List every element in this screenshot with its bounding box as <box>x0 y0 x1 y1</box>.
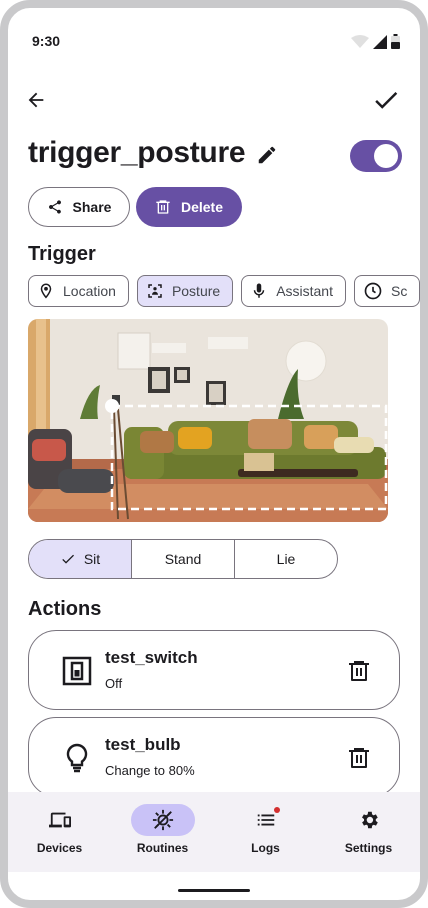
device-name: test_switch <box>105 648 198 667</box>
gear-icon <box>361 811 378 829</box>
bottom-navigation: Devices Routines Logs Settings <box>8 792 420 872</box>
notification-badge <box>273 807 280 813</box>
routine-enabled-toggle[interactable] <box>350 140 402 172</box>
actions-title: Actions <box>28 598 102 620</box>
wifi-icon <box>351 34 369 48</box>
nav-routines[interactable]: Routines <box>111 792 214 872</box>
chip-label: Assistant <box>276 283 333 299</box>
back-button[interactable] <box>16 80 56 120</box>
bulb-icon <box>66 743 88 773</box>
chip-label: Location <box>63 283 116 299</box>
posture-camera-preview <box>28 319 388 522</box>
share-button[interactable]: Share <box>28 187 130 227</box>
chip-schedule[interactable]: Sc <box>354 275 420 307</box>
nav-label: Routines <box>136 841 189 855</box>
status-bar: 9:30 <box>8 8 420 72</box>
routine-name: trigger_posture <box>28 136 246 169</box>
app-bar <box>8 78 420 122</box>
confirm-button[interactable] <box>366 80 406 120</box>
nav-indicator <box>234 804 298 836</box>
battery-icon <box>391 34 400 49</box>
nav-logs[interactable]: Logs <box>214 792 317 872</box>
pencil-icon[interactable] <box>256 144 278 166</box>
gesture-bar <box>178 889 250 892</box>
check-icon <box>375 92 398 109</box>
device-action: Off <box>105 676 123 691</box>
posture-option-sit[interactable]: Sit <box>29 540 132 578</box>
location-pin-icon <box>40 283 52 299</box>
signal-icon <box>373 34 387 49</box>
routine-actions: Share Delete <box>28 187 242 227</box>
nav-settings[interactable]: Settings <box>317 792 420 872</box>
chip-label: Sc <box>391 283 408 299</box>
trigger-chips: Location Posture Assistant Sc <box>28 275 420 307</box>
trash-icon[interactable] <box>347 746 371 770</box>
nav-indicator <box>130 804 195 836</box>
routines-icon <box>152 809 173 831</box>
check-icon <box>62 554 74 564</box>
delete-label: Delete <box>180 199 224 215</box>
posture-option-label: Stand <box>164 551 202 567</box>
delete-button[interactable]: Delete <box>136 187 242 227</box>
nav-label: Settings <box>344 841 393 855</box>
phone-frame: 9:30 trigger_posture Share Delete Trigge… <box>0 0 428 908</box>
toggle-knob <box>374 144 398 168</box>
screen: 9:30 trigger_posture Share Delete Trigge… <box>8 8 420 900</box>
action-card-switch[interactable]: test_switch Off <box>28 630 400 710</box>
nav-label: Logs <box>251 841 280 855</box>
nav-indicator <box>337 804 401 836</box>
chip-posture[interactable]: Posture <box>136 275 234 307</box>
living-room-image <box>28 319 388 522</box>
posture-segmented-button: Sit Stand Lie <box>28 539 338 579</box>
posture-scan-icon <box>148 284 162 298</box>
nav-label: Devices <box>36 841 83 855</box>
status-time: 9:30 <box>32 33 61 49</box>
nav-indicator <box>28 804 92 836</box>
posture-option-stand[interactable]: Stand <box>132 540 235 578</box>
microphone-icon <box>253 283 265 298</box>
devices-icon <box>48 812 71 828</box>
chip-location[interactable]: Location <box>28 275 129 307</box>
posture-option-label: Sit <box>83 551 101 567</box>
arrow-back-icon <box>28 92 44 108</box>
device-action: Change to 80% <box>105 763 195 778</box>
chip-assistant[interactable]: Assistant <box>241 275 346 307</box>
clock-icon <box>364 282 382 300</box>
device-name: test_bulb <box>105 735 181 754</box>
trigger-title: Trigger <box>28 243 96 265</box>
share-label: Share <box>72 199 112 215</box>
nav-devices[interactable]: Devices <box>8 792 111 872</box>
share-icon <box>48 200 61 214</box>
trash-icon <box>156 200 170 214</box>
title-row: trigger_posture <box>28 136 402 176</box>
chip-label: Posture <box>171 283 221 299</box>
posture-option-label: Lie <box>276 551 296 567</box>
logs-icon <box>257 814 274 826</box>
status-icons <box>351 34 400 49</box>
trash-icon[interactable] <box>347 659 371 683</box>
switch-icon <box>62 656 92 686</box>
posture-option-lie[interactable]: Lie <box>235 540 337 578</box>
action-card-bulb[interactable]: test_bulb Change to 80% <box>28 717 400 797</box>
